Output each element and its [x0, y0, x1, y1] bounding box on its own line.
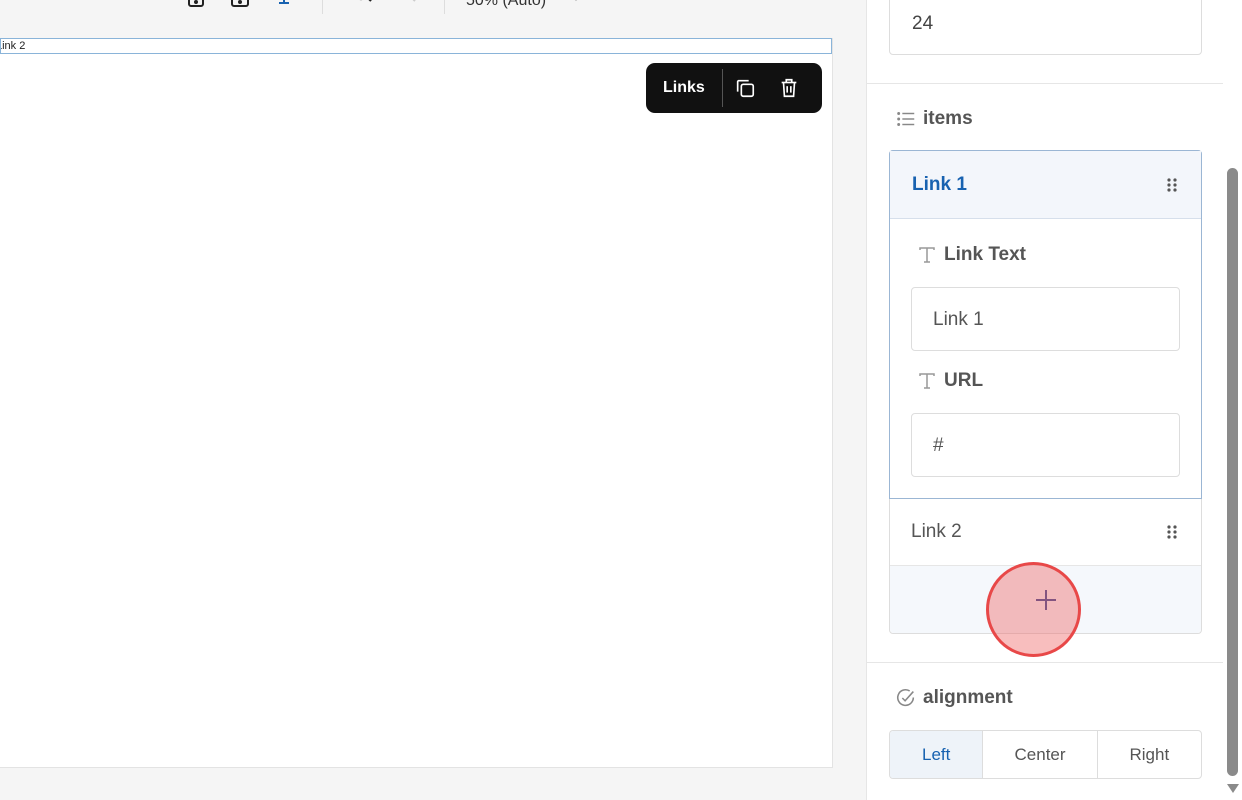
drag-handle-icon[interactable]: [1165, 524, 1179, 540]
url-input[interactable]: #: [911, 413, 1180, 477]
list-item-label: Link 1: [912, 173, 967, 195]
scroll-down-arrow-icon[interactable]: [1227, 784, 1239, 793]
delete-button[interactable]: [767, 63, 811, 113]
alignment-section-title: alignment: [923, 687, 1013, 708]
add-item-button[interactable]: [1031, 585, 1061, 615]
section-divider: [867, 83, 1224, 84]
zoom-level-select[interactable]: 50% (Auto): [466, 0, 546, 10]
plus-icon: [1035, 589, 1056, 610]
items-section-header: items: [895, 108, 973, 130]
duplicate-button[interactable]: [723, 63, 767, 113]
link-text-label: Link Text: [918, 244, 1026, 266]
list-item-label: Link 2: [911, 521, 962, 542]
desktop-icon[interactable]: [272, 0, 296, 8]
links-block-preview[interactable]: Link 2: [0, 38, 832, 54]
scrollbar-thumb[interactable]: [1227, 168, 1238, 776]
section-divider: [867, 662, 1224, 663]
alignment-section-header: alignment: [895, 687, 1013, 709]
block-type-label: Links: [663, 79, 705, 96]
list-item[interactable]: Link 2: [890, 499, 1201, 566]
link-preview-text[interactable]: Link 2: [1, 40, 25, 52]
list-item: Link 1 Link Text Link 1 URL #: [889, 150, 1202, 499]
previous-field-input[interactable]: 24: [889, 0, 1202, 55]
duplicate-icon: [736, 79, 755, 98]
list-item-header[interactable]: Link 1: [890, 151, 1201, 219]
toolbar-divider: [444, 0, 445, 14]
url-label: URL: [918, 370, 983, 392]
list-icon: [897, 112, 915, 126]
items-array-field: Link 1 Link Text Link 1 URL # Link 2: [889, 150, 1202, 634]
drag-handle-icon[interactable]: [1165, 177, 1179, 193]
link-text-input[interactable]: Link 1: [911, 287, 1180, 351]
alignment-segmented-control: Left Center Right: [889, 730, 1202, 779]
top-toolbar: 50% (Auto): [0, 0, 866, 38]
add-item-row[interactable]: [890, 566, 1201, 633]
panel-scrollbar[interactable]: [1223, 0, 1242, 800]
editor-canvas[interactable]: Link 2 Links: [0, 38, 833, 768]
chevron-down-icon[interactable]: [570, 0, 582, 3]
tablet-icon[interactable]: [184, 0, 208, 8]
trash-icon: [781, 78, 797, 98]
align-left-option[interactable]: Left: [890, 731, 984, 778]
align-right-option[interactable]: Right: [1098, 731, 1201, 778]
zoom-out-icon[interactable]: [394, 0, 418, 8]
zoom-in-icon[interactable]: [350, 0, 374, 8]
settings-panel: 24 items Link 1 Link Text Link 1 URL # L…: [866, 0, 1224, 800]
toolbar-divider: [322, 0, 323, 14]
text-type-icon: [919, 247, 935, 263]
block-floating-toolbar: Links: [646, 63, 822, 113]
tablet-landscape-icon[interactable]: [228, 0, 252, 8]
check-circle-icon: [896, 688, 915, 707]
text-type-icon: [919, 373, 935, 389]
align-center-option[interactable]: Center: [983, 731, 1098, 778]
items-section-title: items: [923, 108, 973, 129]
